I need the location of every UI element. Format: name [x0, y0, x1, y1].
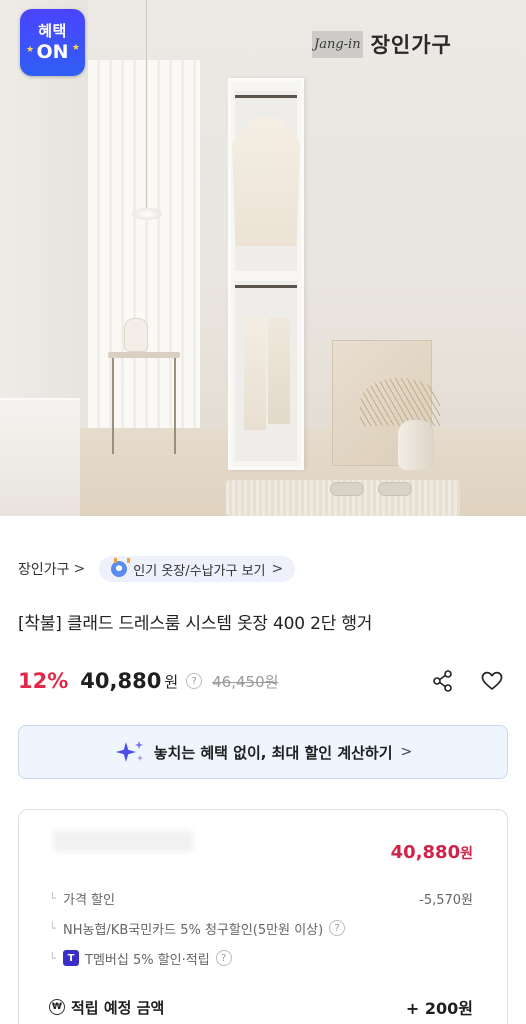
hanging-pants	[268, 318, 290, 424]
slipper	[378, 482, 412, 496]
calculated-price-unit: 원	[460, 846, 473, 862]
tmembership-line: └ T T멤버십 5% 할인·적립 ?	[49, 948, 473, 968]
card-discount-help-icon[interactable]: ?	[329, 920, 346, 936]
discount-rate: 12%	[18, 669, 69, 693]
slipper	[330, 482, 364, 496]
medal-icon	[111, 558, 131, 577]
price-calculator-card: 40,880원 └ 가격 할인 -5,570원 └ NH농협/KB국민카드 5%…	[18, 809, 508, 1024]
table-leg	[112, 358, 114, 454]
hanging-shirt	[232, 118, 300, 246]
brand-link[interactable]: 장인가구 >	[18, 559, 85, 579]
discount-line-value: -5,570원	[419, 892, 473, 908]
window-bench	[0, 398, 80, 516]
card-discount-line: └ NH농협/KB국민카드 5% 청구할인(5만원 이상) ?	[49, 918, 473, 938]
max-discount-calc-button[interactable]: 놓치는 혜택 없이, 최대 할인 계산하기 >	[18, 725, 508, 779]
side-table	[108, 352, 180, 358]
benefit-on-badge[interactable]: ★ ★ 혜택 ON	[20, 9, 85, 76]
tmembership-label: T멤버십 5% 할인·적립	[85, 952, 210, 968]
lamp-cord	[146, 0, 147, 210]
coin-icon: ₩	[49, 999, 65, 1015]
sparkle-icon	[115, 741, 143, 762]
hanger-rod	[235, 95, 297, 98]
pendant-lamp	[132, 208, 162, 220]
product-title: [착불] 클래드 드레스룸 시스템 옷장 400 2단 행거	[18, 614, 373, 634]
discount-line-label: 가격 할인	[63, 892, 115, 908]
heart-icon	[481, 671, 503, 690]
calculated-price: 40,880원	[391, 842, 473, 863]
brand-logo-korean: 장인가구	[370, 33, 452, 57]
badge-line1: 혜택	[38, 22, 67, 40]
price-row: 12% 40,880 원 ? 46,450원	[18, 666, 278, 696]
price-help-icon[interactable]: ?	[186, 673, 203, 689]
chevron-right-icon: >	[73, 561, 86, 577]
wishlist-button[interactable]	[479, 668, 505, 694]
table-leg	[174, 358, 176, 454]
window-curtain	[88, 60, 200, 428]
brand-logo-script: Jang-in	[312, 30, 363, 58]
brand-logo: Jang-in 장인가구	[312, 24, 452, 64]
share-button[interactable]	[430, 668, 456, 694]
brand-link-label: 장인가구	[18, 562, 70, 578]
popular-category-pill[interactable]: 인기 옷장/수납가구 보기 >	[99, 556, 296, 582]
chevron-right-icon: >	[271, 561, 284, 577]
chevron-right-icon: >	[400, 744, 413, 760]
tree-branch-icon: └	[49, 891, 56, 905]
accrual-value: + 200원	[405, 999, 473, 1018]
badge-line2: ON	[36, 41, 69, 63]
share-icon	[433, 670, 452, 692]
benefit-banner-label: 놓치는 혜택 없이, 최대 할인 계산하기	[153, 743, 393, 762]
small-vase	[124, 318, 148, 352]
product-hero-image[interactable]: ★ ★ 혜택 ON Jang-in 장인가구	[0, 0, 526, 516]
sale-price: 40,880	[80, 669, 162, 693]
original-price: 46,450원	[212, 672, 279, 691]
accrual-row: ₩ 적립 예정 금액 + 200원	[49, 995, 473, 1019]
blurred-option-name	[53, 830, 193, 852]
calculated-price-value: 40,880	[390, 842, 461, 863]
tree-branch-icon: └	[49, 921, 56, 935]
tmembership-icon: T	[63, 950, 79, 966]
card-discount-label: NH농협/KB국민카드 5% 청구할인(5만원 이상)	[63, 922, 324, 938]
accrual-label: 적립 예정 금액	[71, 998, 165, 1017]
discount-line: └ 가격 할인 -5,570원	[49, 888, 473, 908]
hanging-pants	[244, 318, 266, 430]
breadcrumb: 장인가구 > 인기 옷장/수납가구 보기 >	[18, 556, 296, 582]
floor-vase	[398, 420, 434, 470]
tree-branch-icon: └	[49, 951, 56, 965]
currency-unit: 원	[164, 672, 179, 691]
tmembership-help-icon[interactable]: ?	[215, 950, 232, 966]
dried-grass	[360, 378, 440, 426]
hanger-rod	[235, 285, 297, 288]
popular-category-label: 인기 옷장/수납가구 보기	[133, 563, 266, 579]
